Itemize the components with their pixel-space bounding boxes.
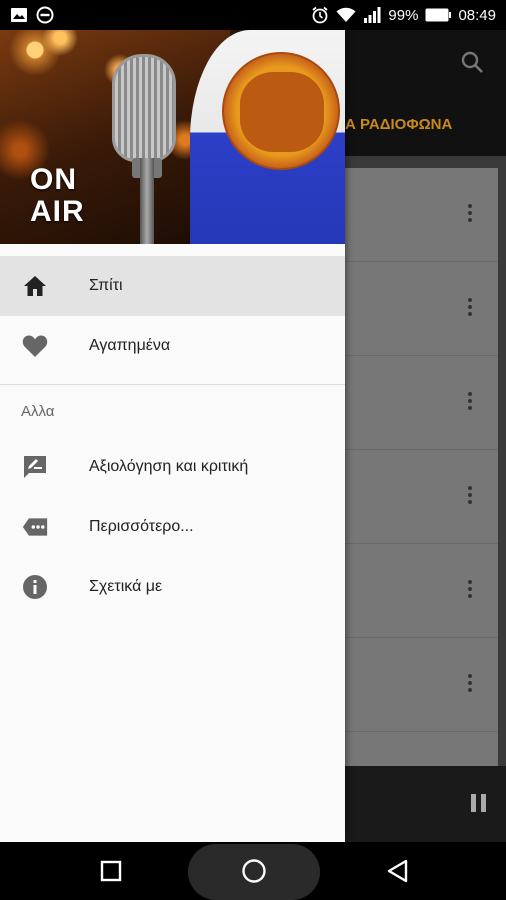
back-icon[interactable] (372, 842, 422, 900)
microphone-graphic (112, 54, 176, 162)
recents-icon[interactable] (86, 842, 136, 900)
drawer-item-more[interactable]: Περισσότερο... (0, 497, 345, 557)
wifi-icon (336, 7, 356, 23)
status-bar: 99% 08:49 (0, 0, 506, 30)
drawer-header-image: ON AIR (0, 30, 345, 244)
drawer-item-label: Σχετικά με (89, 578, 163, 595)
signal-icon (363, 7, 381, 23)
overflow-menu-icon[interactable] (468, 392, 472, 413)
overflow-menu-icon[interactable] (468, 580, 472, 601)
drawer-item-about[interactable]: Σχετικά με (0, 557, 345, 617)
drawer-item-label: Περισσότερο... (89, 518, 194, 535)
clock: 08:49 (458, 6, 496, 24)
section-title: Αλλα (21, 402, 55, 420)
overflow-menu-icon[interactable] (468, 204, 472, 225)
screen: 99% 08:49 Α ΡΑΔΙΟΦΩΝΑ ON AIR Σπίτι Αγαπη… (0, 0, 506, 900)
pause-icon[interactable] (471, 794, 486, 812)
home-button-icon[interactable] (188, 842, 320, 900)
drawer-item-label: Σπίτι (89, 277, 123, 294)
tab-radios[interactable]: Α ΡΑΔΙΟΦΩΝΑ (345, 116, 452, 133)
info-icon (22, 574, 48, 600)
navigation-drawer: ON AIR Σπίτι Αγαπημένα Αλλα Αξιολόγηση κ… (0, 30, 345, 842)
system-nav-bar (0, 842, 506, 900)
more-icon (22, 514, 48, 540)
overflow-menu-icon[interactable] (468, 298, 472, 319)
battery-icon (425, 8, 452, 22)
no-entry-icon (36, 6, 54, 24)
alarm-icon (311, 6, 329, 24)
home-icon (22, 273, 48, 299)
seal-emblem (222, 52, 340, 170)
drawer-item-label: Αξιολόγηση και κριτική (89, 458, 249, 475)
drawer-item-label: Αγαπημένα (89, 337, 171, 354)
drawer-item-home[interactable]: Σπίτι (0, 256, 345, 316)
battery-percent: 99% (388, 6, 419, 24)
on-air-text: ON AIR (30, 163, 85, 228)
search-icon[interactable] (460, 50, 484, 79)
overflow-menu-icon[interactable] (468, 486, 472, 507)
heart-icon (22, 333, 48, 359)
overflow-menu-icon[interactable] (468, 674, 472, 695)
drawer-item-rate-review[interactable]: Αξιολόγηση και κριτική (0, 437, 345, 497)
image-notification-icon (10, 7, 28, 23)
rate-review-icon (22, 454, 48, 480)
drawer-item-favorites[interactable]: Αγαπημένα (0, 316, 345, 376)
